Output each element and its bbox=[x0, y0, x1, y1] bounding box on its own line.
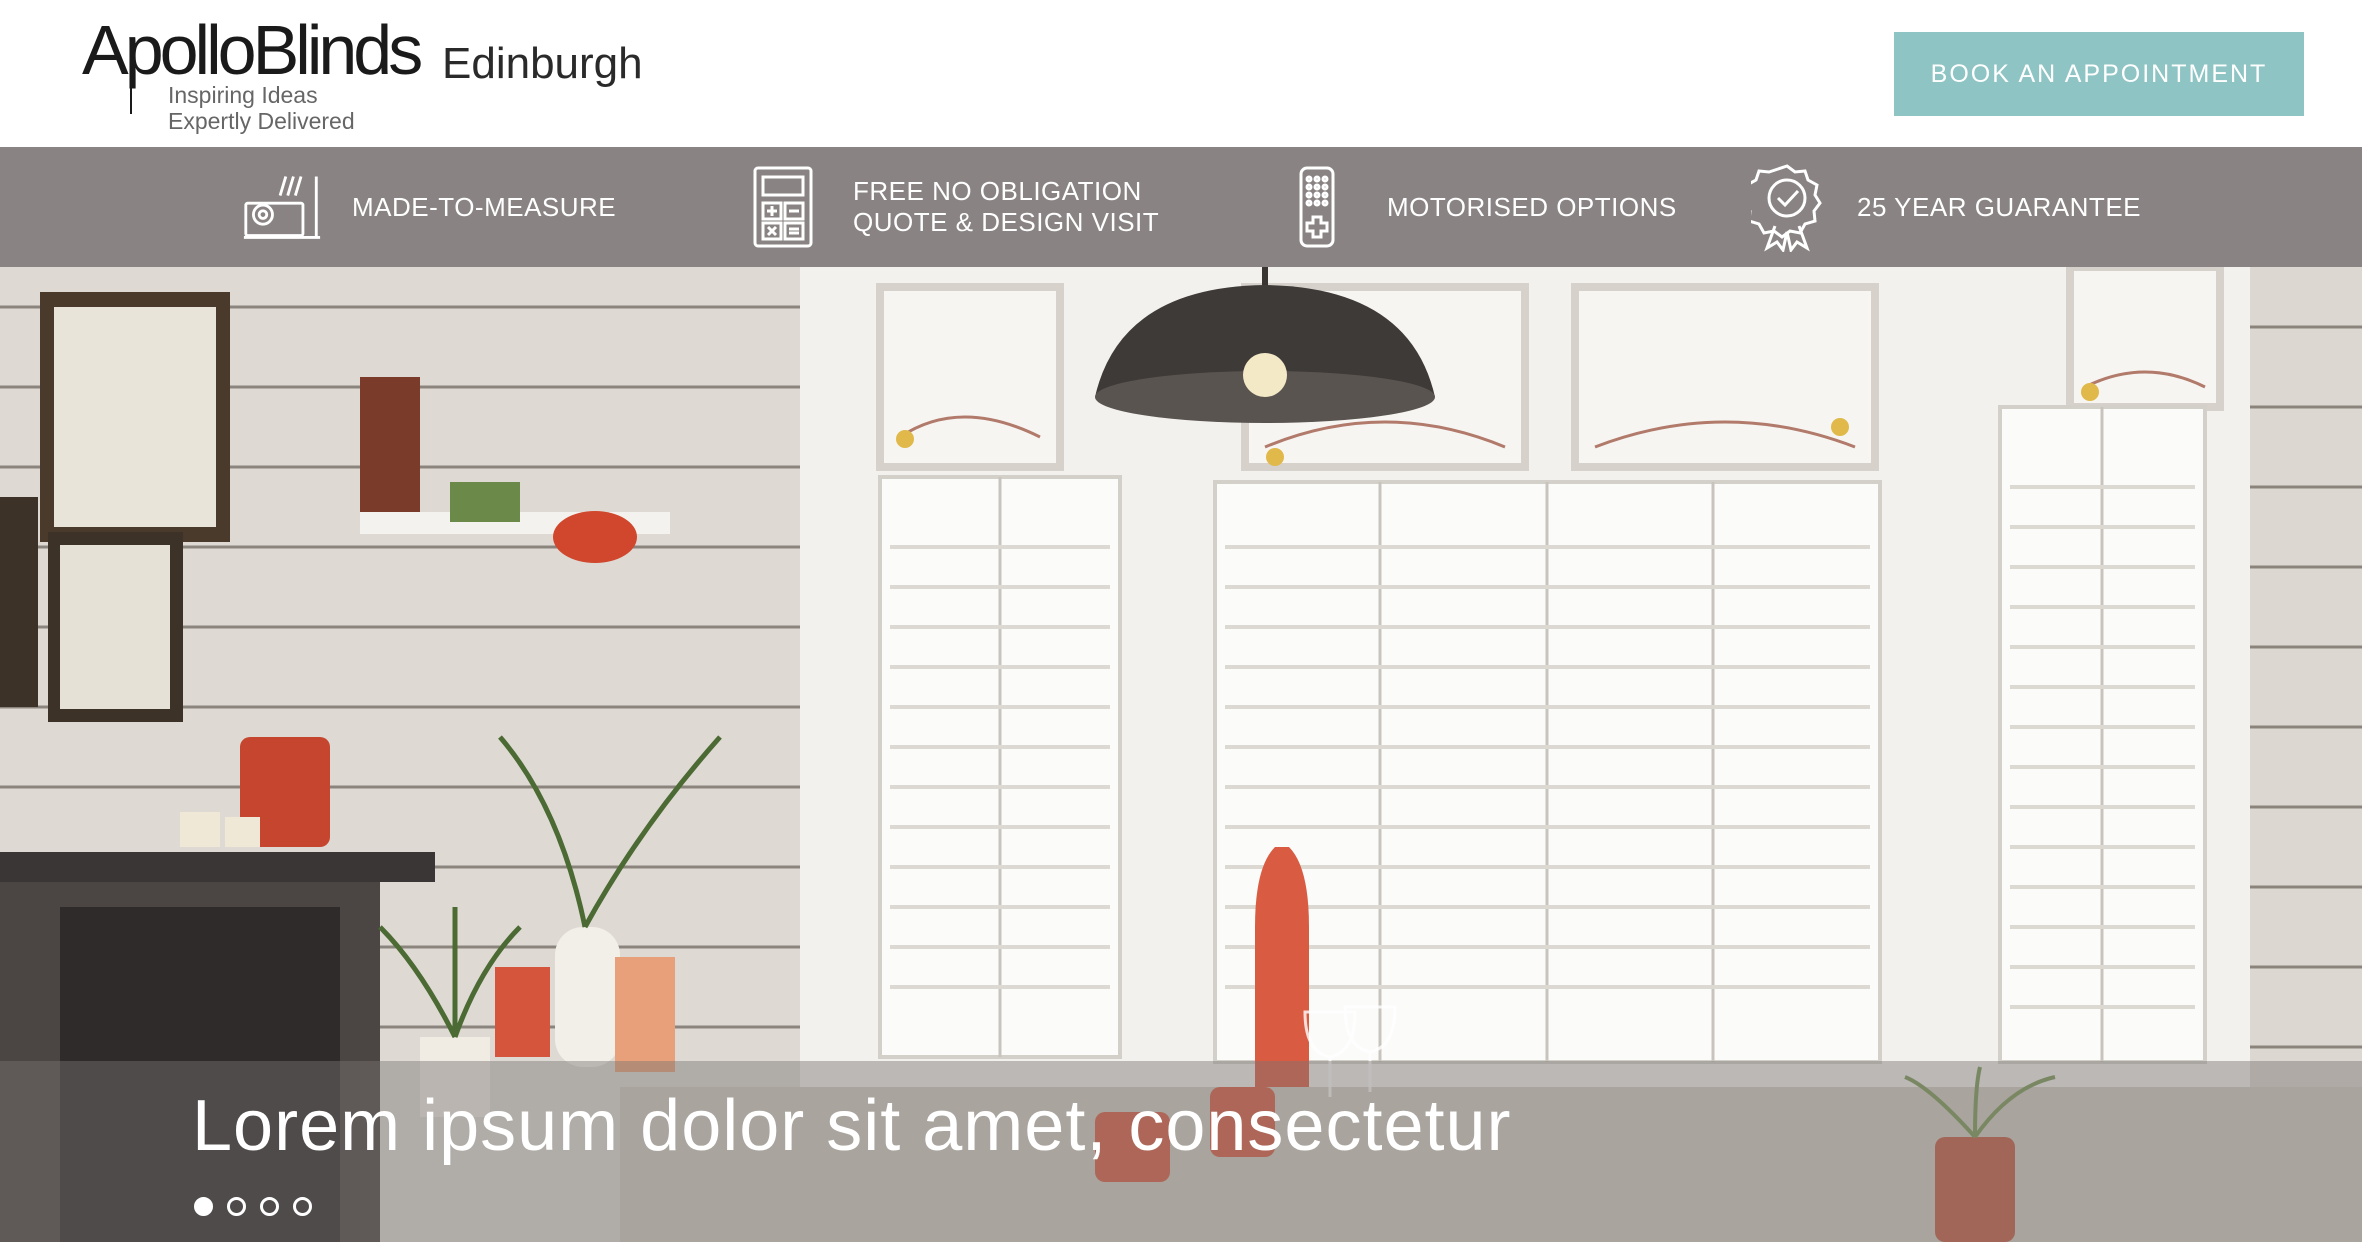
slide-dot-2[interactable] bbox=[227, 1197, 246, 1216]
feature-label: MOTORISED OPTIONS bbox=[1387, 191, 1677, 222]
slider-pagination bbox=[194, 1197, 312, 1216]
logo-tagline-1: Inspiring Ideas bbox=[168, 82, 318, 108]
feature-made-to-measure: MADE-TO-MEASURE bbox=[242, 147, 616, 267]
feature-free-quote: FREE NO OBLIGATION QUOTE & DESIGN VISIT bbox=[743, 147, 1159, 267]
book-appointment-button[interactable]: BOOK AN APPOINTMENT bbox=[1894, 32, 2304, 116]
logo-wordmark: ApolloBlinds bbox=[82, 11, 423, 89]
apollo-blinds-logo[interactable]: ApolloBlinds Edinburgh Inspiring Ideas E… bbox=[82, 8, 662, 140]
hero-caption: Lorem ipsum dolor sit amet, consectetur bbox=[192, 1086, 1512, 1166]
features-bar: MADE-TO-MEASURE FREE NO OBLIGATION QUOTE… bbox=[0, 147, 2362, 267]
site-header: ApolloBlinds Edinburgh Inspiring Ideas E… bbox=[0, 0, 2362, 147]
feature-label: MADE-TO-MEASURE bbox=[352, 191, 617, 222]
logo-location: Edinburgh bbox=[442, 39, 643, 88]
calculator-icon bbox=[743, 165, 823, 249]
slide-dot-3[interactable] bbox=[260, 1197, 279, 1216]
remote-control-icon bbox=[1277, 165, 1357, 249]
award-badge-icon bbox=[1747, 164, 1827, 252]
hero-slider[interactable]: Lorem ipsum dolor sit amet, consectetur bbox=[0, 267, 2362, 1242]
slide-dot-4[interactable] bbox=[293, 1197, 312, 1216]
slide-dot-1[interactable] bbox=[194, 1197, 213, 1216]
logo-divider bbox=[130, 80, 132, 114]
feature-label: 25 YEAR GUARANTEE bbox=[1857, 191, 2142, 222]
feature-label: FREE NO OBLIGATION QUOTE & DESIGN VISIT bbox=[853, 176, 1160, 237]
feature-motorised-options: MOTORISED OPTIONS bbox=[1277, 147, 1677, 267]
tape-measure-icon bbox=[242, 165, 322, 249]
feature-guarantee: 25 YEAR GUARANTEE bbox=[1747, 147, 2141, 267]
logo-tagline-2: Expertly Delivered bbox=[168, 108, 355, 134]
